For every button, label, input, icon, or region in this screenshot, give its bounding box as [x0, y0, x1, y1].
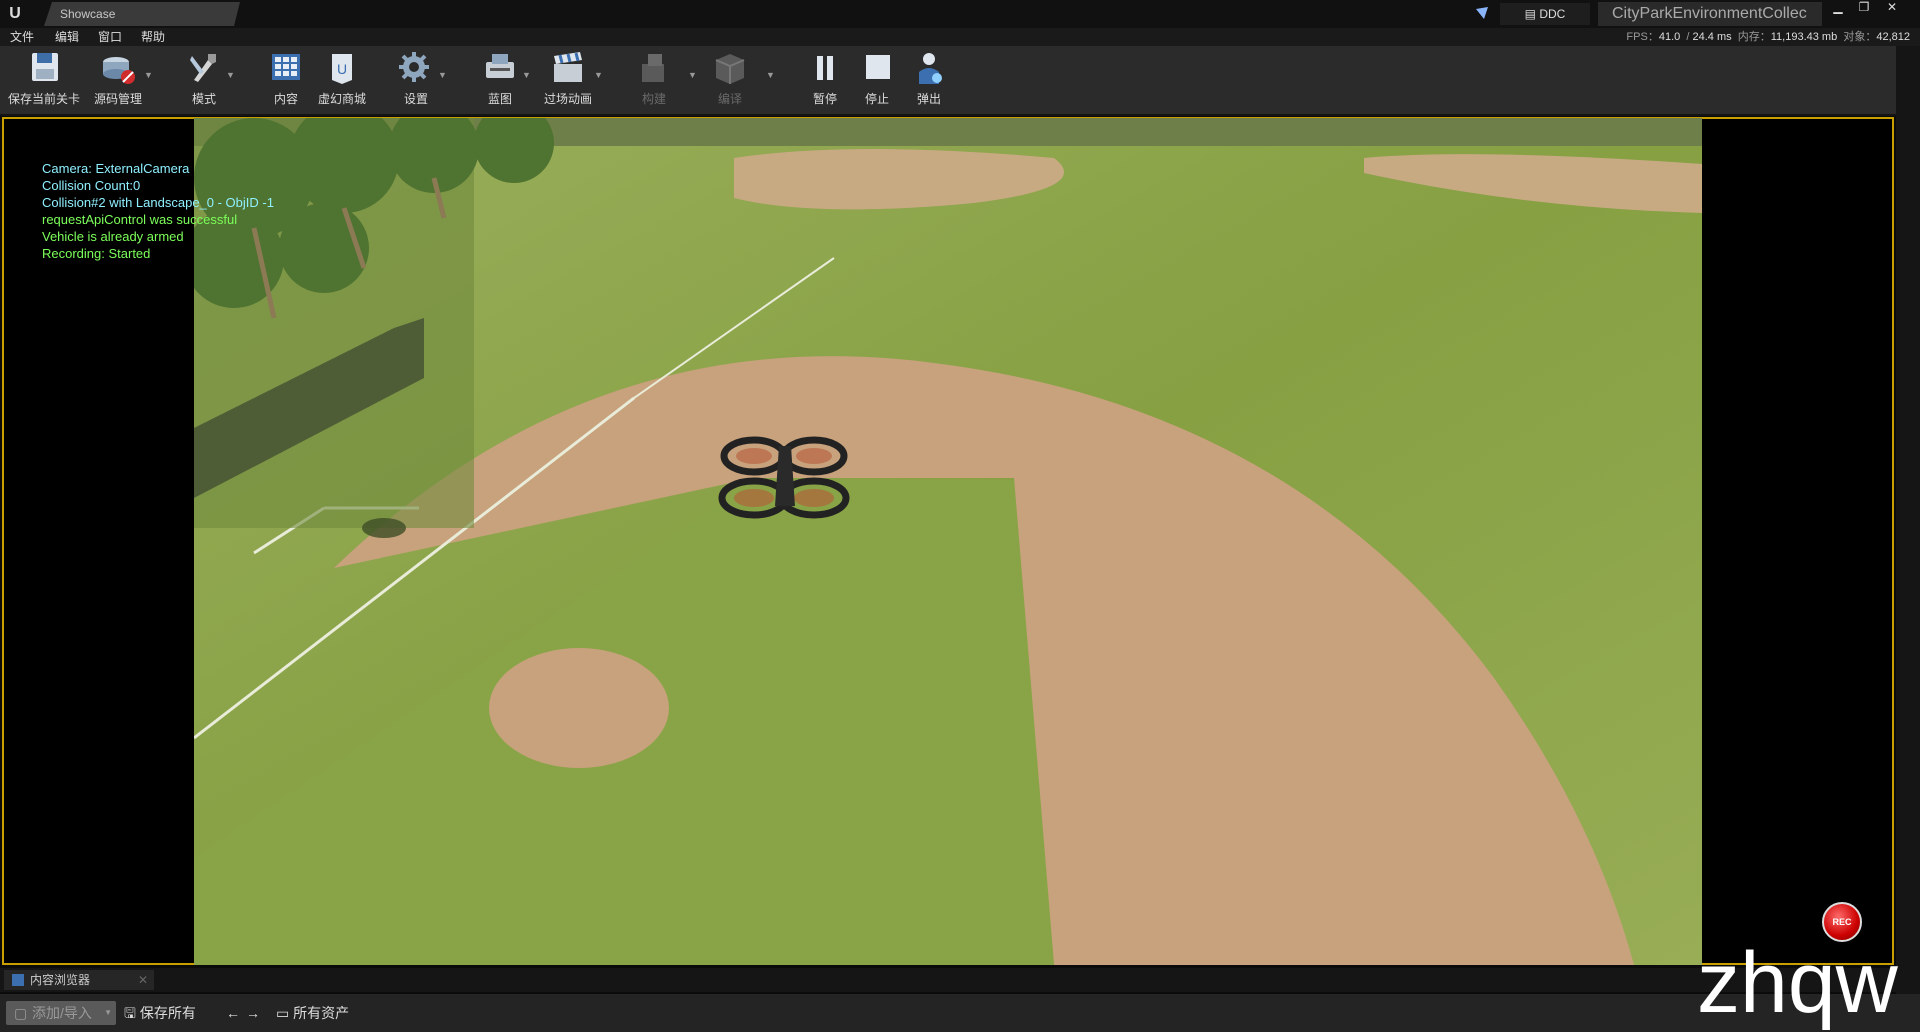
- blueprints-button[interactable]: 蓝图: [470, 50, 530, 110]
- compile-icon: [715, 54, 745, 84]
- save-icon: [32, 53, 58, 81]
- modes-button[interactable]: 模式: [174, 50, 234, 110]
- watermark-text: zhqw: [1697, 935, 1898, 1031]
- menu-file[interactable]: 文件: [10, 28, 34, 46]
- save-all-label: 保存所有: [139, 1005, 196, 1021]
- forward-arrow-icon[interactable]: →: [246, 1001, 260, 1025]
- clapperboard-icon: [554, 52, 582, 82]
- cinematics-dropdown-icon[interactable]: ▼: [594, 70, 603, 80]
- ddc-icon: ▤: [1524, 7, 1540, 21]
- log-line: Collision#2 with Landscape_0 - ObjID -1: [42, 195, 274, 210]
- menu-help[interactable]: 帮助: [141, 28, 165, 46]
- content-browser-tab[interactable]: 内容浏览器 ✕: [4, 970, 154, 990]
- source-control-button[interactable]: 源码管理: [88, 50, 148, 110]
- marketplace-button[interactable]: U 虚幻商城: [314, 50, 370, 110]
- source-control-dropdown-icon[interactable]: ▼: [144, 70, 153, 80]
- ddc-button[interactable]: ▤ DDC: [1500, 3, 1590, 25]
- baseball-field-scene: [194, 118, 1702, 965]
- content-button[interactable]: 内容: [258, 50, 314, 110]
- source-control-icon: [103, 57, 135, 84]
- blueprints-icon: [486, 54, 514, 78]
- log-line: Collision Count:0: [42, 178, 141, 193]
- pause-icon: [817, 56, 833, 80]
- cinematics-button[interactable]: 过场动画: [538, 50, 598, 110]
- project-name: CityParkEnvironmentCollec: [1598, 2, 1822, 26]
- marketplace-icon: U: [332, 54, 352, 84]
- add-import-button[interactable]: ▢ 添加/导入 ▼: [6, 1001, 116, 1025]
- unreal-logo-icon: U: [9, 5, 21, 22]
- content-browser-toolbar: ▢ 添加/导入 ▼ 🖫 保存所有 ← → ▭ 所有资产: [0, 994, 1920, 1032]
- compile-dropdown-icon[interactable]: ▼: [766, 70, 775, 80]
- build-icon: [642, 54, 664, 82]
- log-line: Camera: ExternalCamera: [42, 161, 190, 176]
- save-level-button[interactable]: 保存当前关卡: [4, 50, 84, 110]
- menu-window[interactable]: 窗口: [98, 28, 122, 46]
- close-icon[interactable]: ✕: [1880, 0, 1904, 16]
- compile-button[interactable]: 编译: [700, 50, 760, 110]
- folder-icon: ▭: [276, 1005, 294, 1021]
- build-dropdown-icon[interactable]: ▼: [688, 70, 697, 80]
- save-all-icon: 🖫: [124, 1005, 140, 1021]
- settings-button[interactable]: 设置: [386, 50, 446, 110]
- eject-button[interactable]: 弹出: [901, 50, 957, 110]
- save-all-button[interactable]: 🖫 保存所有: [124, 1001, 196, 1025]
- modes-dropdown-icon[interactable]: ▼: [226, 70, 235, 80]
- tab-close-icon[interactable]: ✕: [138, 970, 148, 990]
- build-button[interactable]: 构建: [624, 50, 684, 110]
- perf-stats: FPS：41.0 / 24.4 ms 内存：11,193.43 mb 对象：42…: [1626, 31, 1910, 43]
- back-arrow-icon[interactable]: ←: [226, 1001, 240, 1025]
- pitchers-mound: [489, 648, 669, 768]
- stop-icon: [866, 55, 890, 79]
- right-dock-strip: [1896, 46, 1920, 1032]
- add-import-icon: ▢: [14, 1005, 28, 1021]
- ddc-label: DDC: [1539, 7, 1566, 21]
- main-toolbar: 保存当前关卡 源码管理 ▼ 模式 ▼ 内容 U 虚幻商城 设置 ▼ 蓝图 ▼ 过…: [0, 46, 1896, 116]
- content-browser-tabbar: 内容浏览器 ✕: [0, 968, 1920, 992]
- svg-text:U: U: [337, 61, 347, 77]
- log-line: Recording: Started: [42, 246, 151, 261]
- log-line: Vehicle is already armed: [42, 229, 184, 244]
- viewport-log: Camera: ExternalCamera Collision Count:0…: [42, 160, 274, 262]
- settings-gear-icon: [399, 52, 429, 82]
- content-browser-icon: [12, 974, 24, 986]
- content-browser-icon: [272, 54, 300, 80]
- content-browser-tab-label: 内容浏览器: [30, 973, 91, 987]
- add-import-dropdown-icon: ▼: [104, 1008, 112, 1017]
- blueprints-dropdown-icon[interactable]: ▼: [522, 70, 531, 80]
- minimize-icon[interactable]: ▁: [1826, 0, 1850, 16]
- menu-edit[interactable]: 编辑: [55, 28, 79, 46]
- memory-value: 11,193.43 mb: [1770, 31, 1838, 43]
- modes-icon: [190, 54, 216, 82]
- path-label: 所有资产: [293, 1005, 350, 1021]
- viewport-scene[interactable]: [194, 118, 1702, 965]
- object-count: 42,812: [1876, 31, 1910, 43]
- pause-button[interactable]: 暂停: [797, 50, 853, 110]
- log-line: requestApiControl was successful: [42, 212, 238, 227]
- fps-value: 41.0: [1658, 31, 1681, 43]
- restore-icon[interactable]: ❐: [1852, 0, 1876, 16]
- add-import-label: 添加/导入: [32, 1005, 92, 1021]
- frame-ms: 24.4 ms: [1692, 31, 1732, 43]
- level-tab[interactable]: Showcase: [44, 2, 240, 26]
- title-bar: U Showcase ▤ DDC CityParkEnvironmentColl…: [0, 0, 1920, 28]
- feedback-icon[interactable]: [1474, 5, 1490, 21]
- settings-dropdown-icon[interactable]: ▼: [438, 70, 447, 80]
- stop-button[interactable]: 停止: [849, 50, 905, 110]
- path-breadcrumb[interactable]: ▭ 所有资产: [276, 1001, 349, 1025]
- eject-person-icon: [919, 53, 942, 84]
